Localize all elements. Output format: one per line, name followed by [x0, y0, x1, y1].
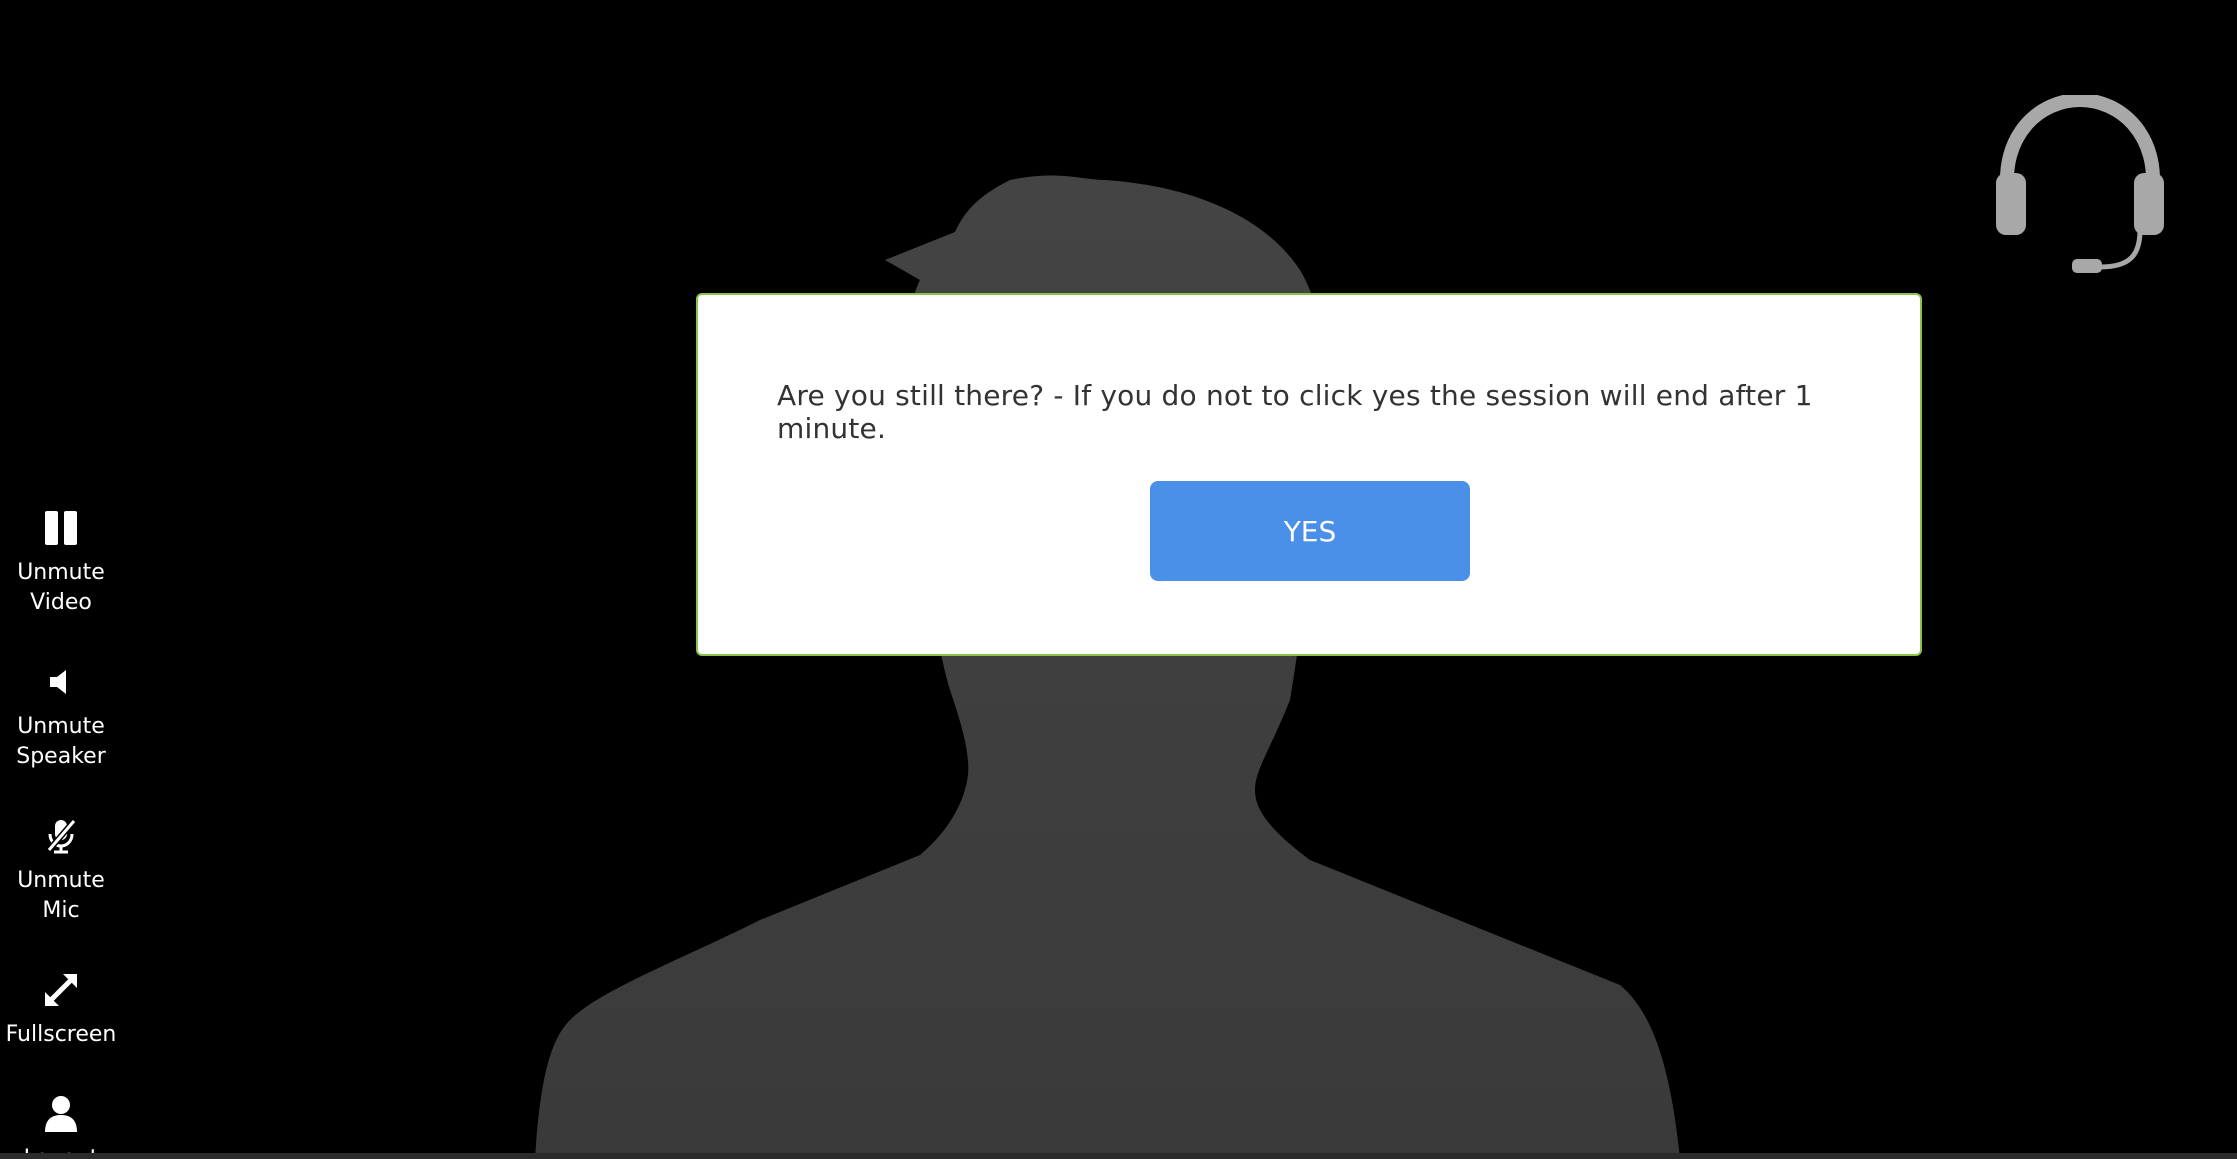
unmute-video-label: Unmute Video — [17, 560, 105, 615]
pause-icon — [39, 506, 83, 550]
person-icon — [39, 1092, 83, 1136]
mic-muted-icon — [39, 814, 83, 858]
fullscreen-icon — [39, 968, 83, 1012]
layout-button[interactable]: Layout — [0, 1092, 122, 1159]
yes-button[interactable]: YES — [1150, 481, 1470, 581]
headset-icon — [1996, 95, 2164, 273]
fullscreen-label: Fullscreen — [5, 1022, 117, 1047]
unmute-mic-label: Unmute Mic — [17, 868, 105, 923]
unmute-speaker-label: Unmute Speaker — [16, 714, 106, 769]
video-stage: Unmute Video Unmute Speaker Unmute Mic F… — [0, 0, 2237, 1159]
inactivity-dialog: Are you still there? - If you do not to … — [696, 293, 1922, 656]
speaker-icon — [39, 660, 83, 704]
unmute-speaker-button[interactable]: Unmute Speaker — [0, 660, 122, 772]
bottom-bar — [0, 1153, 2237, 1159]
dialog-message: Are you still there? - If you do not to … — [777, 379, 1813, 445]
unmute-mic-button[interactable]: Unmute Mic — [0, 814, 122, 926]
unmute-video-button[interactable]: Unmute Video — [0, 506, 122, 618]
fullscreen-button[interactable]: Fullscreen — [0, 968, 122, 1050]
